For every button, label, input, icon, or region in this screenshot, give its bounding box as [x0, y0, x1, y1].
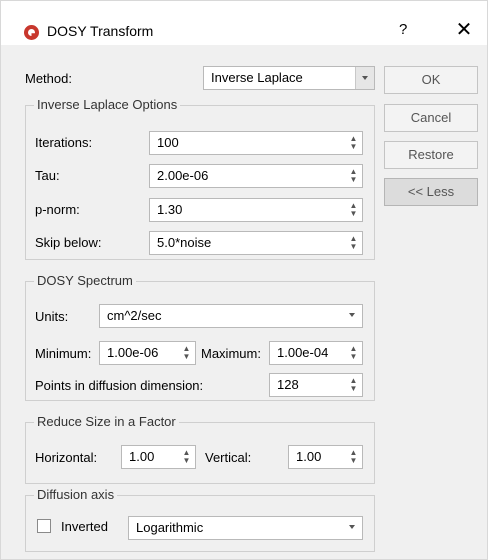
reduce-size-title: Reduce Size in a Factor	[34, 414, 179, 430]
horizontal-value: 1.00	[129, 449, 155, 464]
skip-below-value: 5.0*noise	[157, 235, 212, 250]
method-combo[interactable]: Inverse Laplace	[203, 66, 375, 90]
maximum-value: 1.00e-04	[277, 345, 329, 360]
diffusion-axis-title: Diffusion axis	[34, 487, 118, 503]
inverted-label[interactable]: Inverted	[61, 519, 108, 534]
vertical-value: 1.00	[296, 449, 322, 464]
maximum-label: Maximum:	[201, 346, 261, 361]
window-title: DOSY Transform	[47, 23, 154, 39]
cancel-button[interactable]: Cancel	[384, 104, 478, 132]
close-icon[interactable]: ✕	[451, 17, 477, 43]
horizontal-spinbox[interactable]: 1.00 ▲ ▼	[121, 445, 196, 469]
spin-arrows-icon[interactable]: ▲ ▼	[349, 168, 358, 184]
method-dropdown-button[interactable]	[355, 67, 374, 89]
skip-below-spinbox[interactable]: 5.0*noise ▲ ▼	[149, 231, 363, 255]
tau-label: Tau:	[35, 168, 60, 183]
points-spinbox[interactable]: 128 ▲ ▼	[269, 373, 363, 397]
skip-below-label: Skip below:	[35, 235, 102, 250]
axis-scale-dropdown[interactable]: Logarithmic	[128, 516, 363, 540]
spin-arrows-icon[interactable]: ▲ ▼	[182, 345, 191, 361]
help-button[interactable]: ?	[399, 21, 407, 38]
title-bar: DOSY Transform ? ✕	[1, 1, 487, 45]
dosy-transform-dialog: DOSY Transform ? ✕ Method: Inverse Lapla…	[0, 0, 488, 560]
pnorm-label: p-norm:	[35, 202, 80, 217]
method-label: Method:	[25, 71, 72, 86]
minimum-value: 1.00e-06	[107, 345, 159, 360]
less-button[interactable]: << Less	[384, 178, 478, 206]
tau-value: 2.00e-06	[157, 168, 209, 183]
spin-arrows-icon[interactable]: ▲ ▼	[349, 235, 358, 251]
chevron-down-icon	[362, 76, 368, 80]
chevron-down-icon	[349, 313, 355, 317]
vertical-spinbox[interactable]: 1.00 ▲ ▼	[288, 445, 363, 469]
app-logo-icon	[24, 25, 39, 40]
iterations-label: Iterations:	[35, 135, 93, 150]
pnorm-spinbox[interactable]: 1.30 ▲ ▼	[149, 198, 363, 222]
spin-arrows-icon[interactable]: ▲ ▼	[182, 449, 191, 465]
units-dropdown[interactable]: cm^2/sec	[99, 304, 363, 328]
points-value: 128	[277, 377, 299, 392]
spin-arrows-icon[interactable]: ▲ ▼	[349, 449, 358, 465]
iterations-spinbox[interactable]: 100 ▲ ▼	[149, 131, 363, 155]
units-label: Units:	[35, 309, 69, 324]
dosy-spectrum-title: DOSY Spectrum	[34, 273, 136, 289]
spin-arrows-icon[interactable]: ▲ ▼	[349, 135, 358, 151]
vertical-label: Vertical:	[205, 450, 252, 465]
points-label: Points in diffusion dimension:	[35, 378, 204, 393]
method-value: Inverse Laplace	[211, 70, 303, 85]
ok-button[interactable]: OK	[384, 66, 478, 94]
inverse-laplace-title: Inverse Laplace Options	[34, 97, 181, 113]
restore-button[interactable]: Restore	[384, 141, 478, 169]
spin-arrows-icon[interactable]: ▲ ▼	[349, 377, 358, 393]
axis-scale-value: Logarithmic	[136, 520, 204, 535]
units-value: cm^2/sec	[107, 308, 162, 323]
spin-arrows-icon[interactable]: ▲ ▼	[349, 345, 358, 361]
chevron-down-icon	[349, 525, 355, 529]
minimum-label: Minimum:	[35, 346, 92, 361]
spin-arrows-icon[interactable]: ▲ ▼	[349, 202, 358, 218]
maximum-spinbox[interactable]: 1.00e-04 ▲ ▼	[269, 341, 363, 365]
tau-spinbox[interactable]: 2.00e-06 ▲ ▼	[149, 164, 363, 188]
iterations-value: 100	[157, 135, 179, 150]
pnorm-value: 1.30	[157, 202, 183, 217]
horizontal-label: Horizontal:	[35, 450, 98, 465]
minimum-spinbox[interactable]: 1.00e-06 ▲ ▼	[99, 341, 196, 365]
inverted-checkbox[interactable]	[37, 519, 51, 533]
